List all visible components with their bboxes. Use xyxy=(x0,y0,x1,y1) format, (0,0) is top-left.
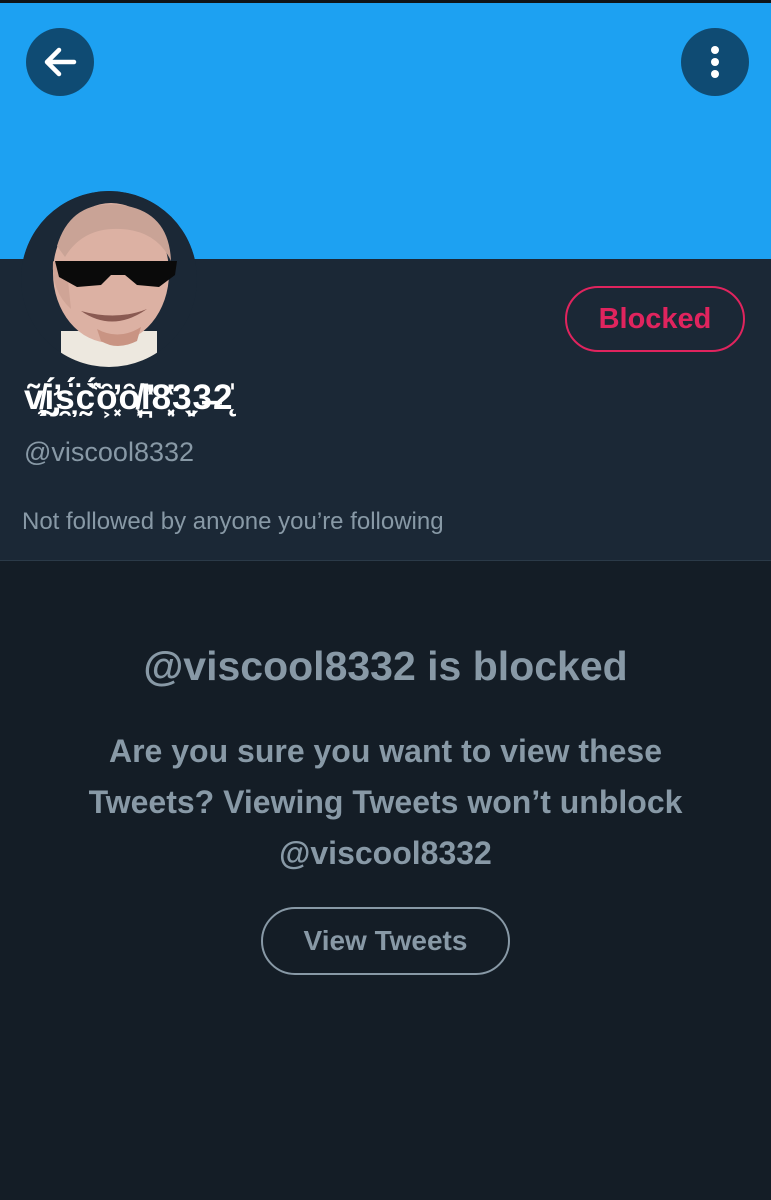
back-button[interactable] xyxy=(26,28,94,96)
more-vertical-icon xyxy=(711,46,719,78)
blocked-message: Are you sure you want to view these Twee… xyxy=(88,733,683,871)
divider xyxy=(0,560,771,561)
blocked-button[interactable]: Blocked xyxy=(565,286,745,352)
profile-handle: @viscool8332 xyxy=(24,437,195,467)
avatar-image xyxy=(21,191,197,367)
more-options-button[interactable] xyxy=(681,28,749,96)
display-name: ṽ̸̼̗͉ḭ̡̛́s̯̦̈́́c̰̈́͑̏ȏ͕͓̓ȏ̸͕͔l̪̔̓8̘͓̔3͈̬… xyxy=(24,378,234,417)
avatar[interactable] xyxy=(21,191,197,367)
arrow-left-icon xyxy=(44,47,77,77)
blocked-title: @viscool8332 is blocked xyxy=(143,643,628,689)
followers-note: Not followed by anyone you’re following xyxy=(22,508,444,535)
view-tweets-button[interactable]: View Tweets xyxy=(261,907,510,975)
